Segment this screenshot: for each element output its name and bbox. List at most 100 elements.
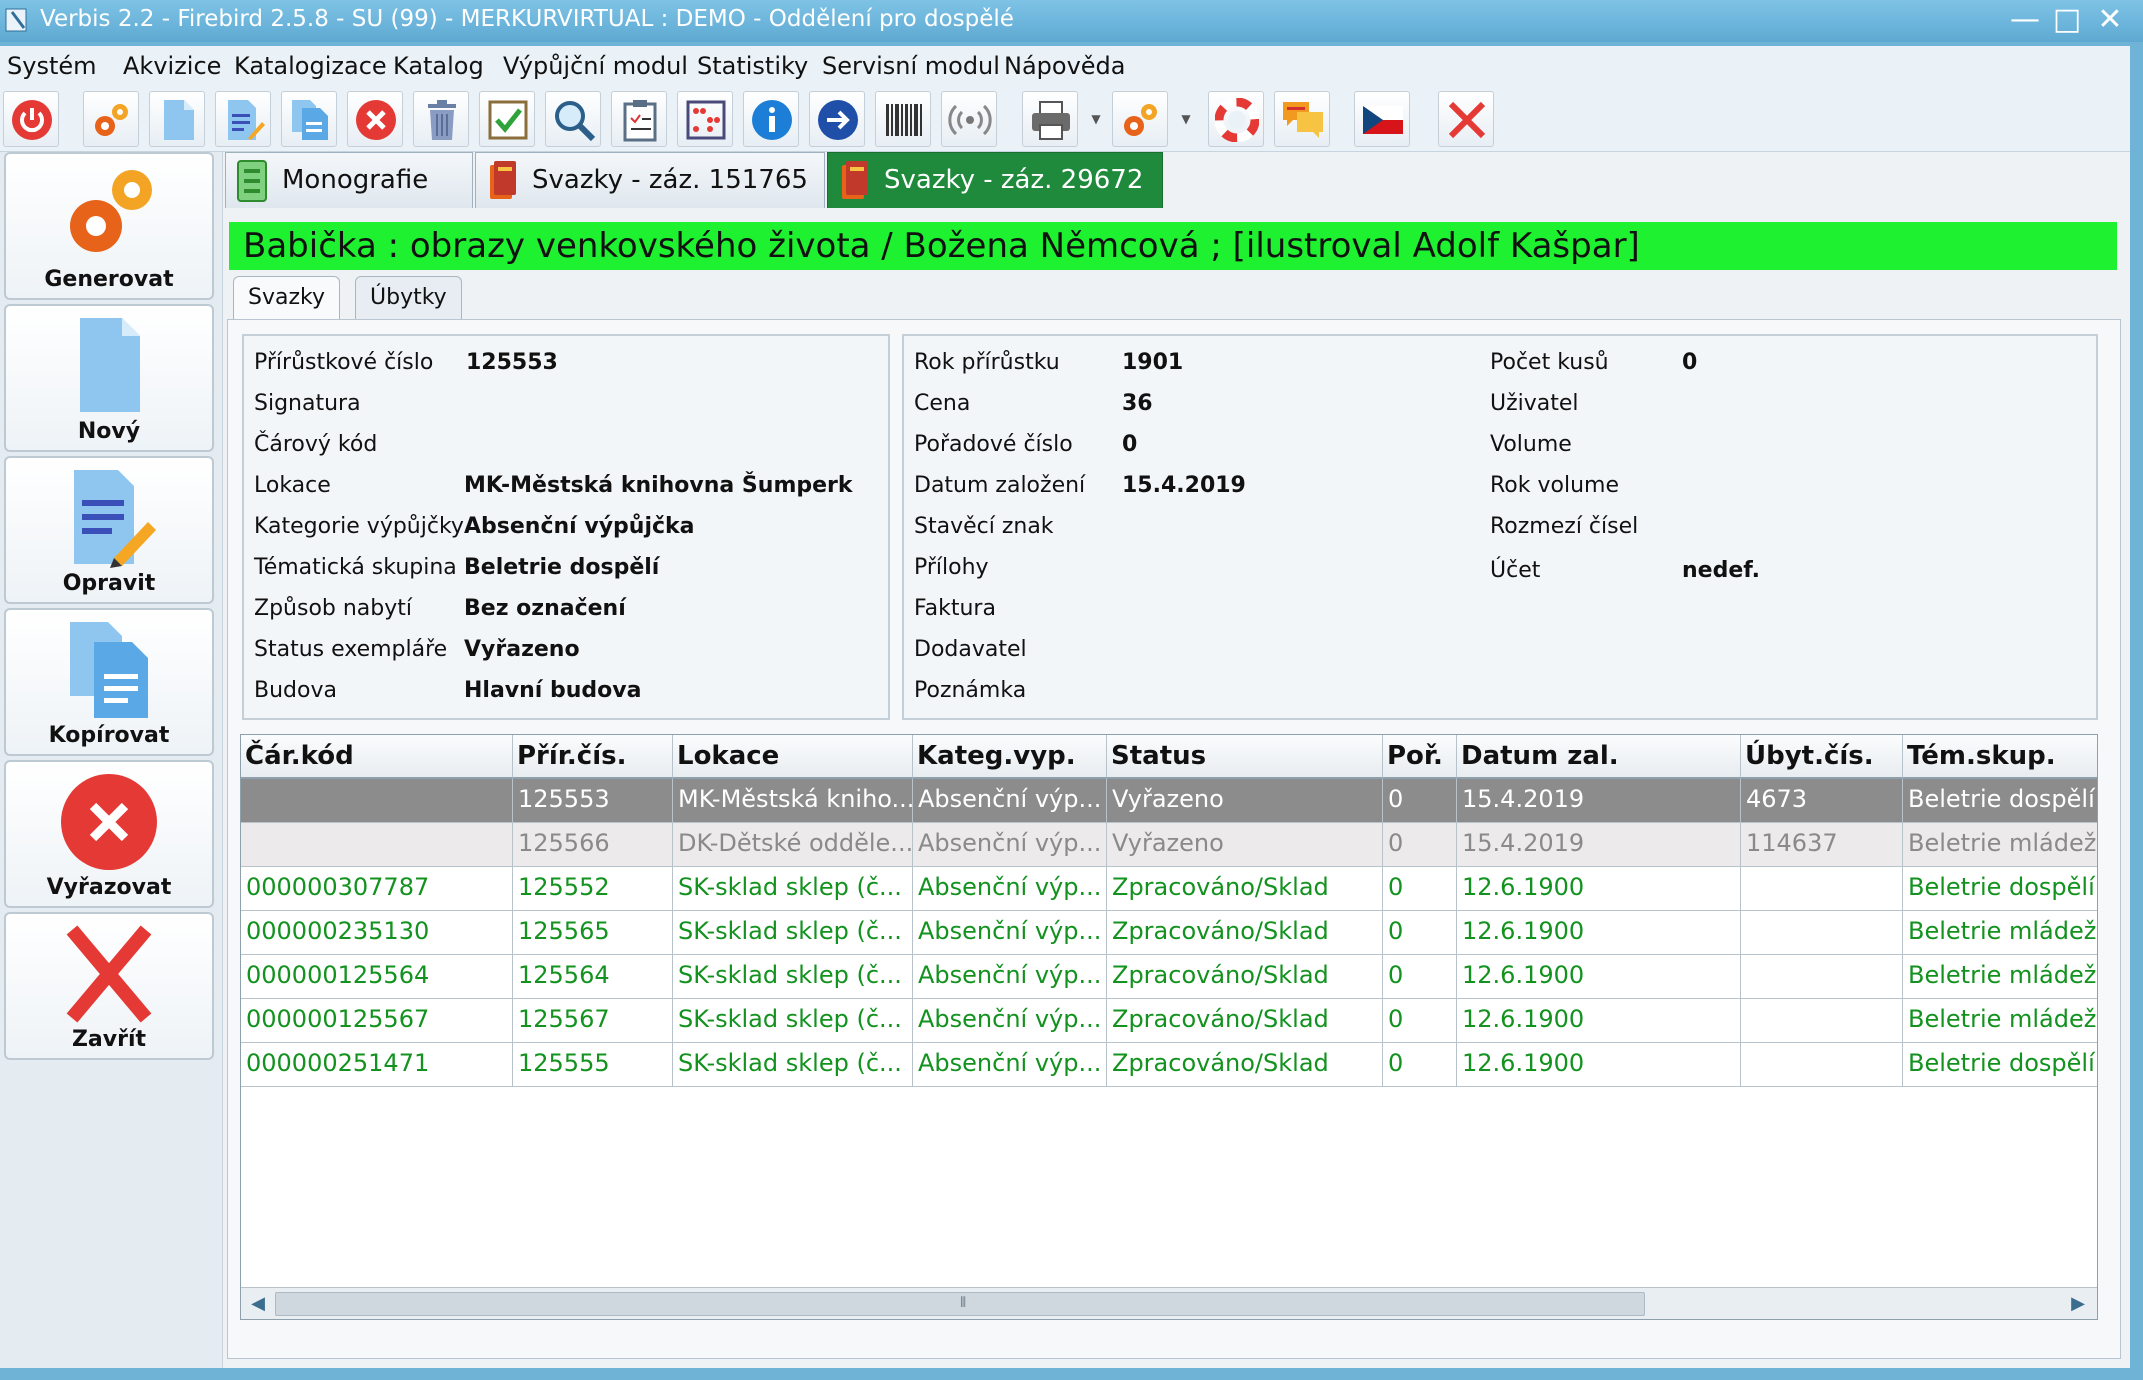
messages-button[interactable] [1274,91,1330,147]
delete-button[interactable] [347,91,403,147]
field-label: Status exempláře [254,637,448,662]
cell-date: 12.6.1900 [1457,911,1741,955]
copy-document-button[interactable] [281,91,337,147]
rfid-button[interactable] [941,91,997,147]
cell-barcode: 000000251471 [241,1043,513,1087]
cell-status: Zpracováno/Sklad [1107,999,1383,1043]
generate-button[interactable]: Generovat [4,152,214,300]
cell-order: 0 [1383,955,1457,999]
table-row[interactable]: 125566 DK-Dětské odděle... Absenční výp.… [241,823,2097,867]
cell-loss-number: 4673 [1741,779,1903,823]
edit-document-button[interactable] [215,91,271,147]
record-title: Babička : obrazy venkovského života / Bo… [229,222,2117,270]
field-value: MK-Městská knihovna Šumperk [464,473,853,498]
column-header-location[interactable]: Lokace [673,735,913,779]
gears-button[interactable] [83,91,139,147]
help-button[interactable] [1208,91,1264,147]
column-header-barcode[interactable]: Čár.kód [241,735,513,779]
menu-cataloging[interactable]: Katalogizace [234,52,387,80]
copy-label: Kopírovat [48,723,170,748]
column-header-subject-group[interactable]: Tém.skup. [1903,735,2097,779]
edit-button[interactable]: Opravit [4,456,214,604]
field-label: Tématická skupina [254,555,457,580]
column-header-order[interactable]: Poř. [1383,735,1457,779]
check-button[interactable] [479,91,535,147]
field-label: Rozmezí čísel [1490,514,1639,539]
new-button[interactable]: Nový [4,304,214,452]
scroll-right-icon[interactable]: ▶ [2063,1290,2093,1318]
menu-acquisition[interactable]: Akvizice [123,52,221,80]
close-icon [66,925,152,1023]
cell-status: Vyřazeno [1107,779,1383,823]
print-button[interactable] [1022,91,1078,147]
menu-help[interactable]: Nápověda [1004,52,1126,80]
field-label: Stavěcí znak [914,514,1054,539]
language-button[interactable] [1354,91,1410,147]
tab-volumes-29672[interactable]: Svazky - záz. 29672 [827,152,1163,208]
cell-location: MK-Městská kniho... [673,779,913,823]
abacus-button[interactable] [677,91,733,147]
field-label: Pořadové číslo [914,432,1073,457]
scroll-left-icon[interactable]: ◀ [243,1290,273,1318]
cell-loss-number [1741,999,1903,1043]
column-header-loss-number[interactable]: Úbyt.čís. [1741,735,1903,779]
trash-button[interactable] [413,91,469,147]
exit-button[interactable] [1438,91,1494,147]
barcode-button[interactable] [875,91,931,147]
table-row[interactable]: 000000251471 125555 SK-sklad sklep (č...… [241,1043,2097,1087]
menu-system[interactable]: Systém [7,52,97,80]
cell-loss-number [1741,955,1903,999]
table-row[interactable]: 000000125567 125567 SK-sklad sklep (č...… [241,999,2097,1043]
scrollbar-thumb[interactable]: ⦀ [275,1292,1645,1316]
field-value: Bez označení [464,596,626,621]
cell-order: 0 [1383,999,1457,1043]
volumes-panel: Přírůstkové číslo 125553 Signatura Čárov… [227,319,2121,1359]
settings-dropdown[interactable]: ▼ [1178,91,1194,147]
maximize-button[interactable]: □ [2047,2,2087,38]
table-row[interactable]: 000000125564 125564 SK-sklad sklep (č...… [241,955,2097,999]
settings-button[interactable] [1112,91,1168,147]
menu-service[interactable]: Servisní modul [822,52,1000,80]
tab-monographs[interactable]: Monografie [225,152,473,208]
cell-barcode [241,823,513,867]
clipboard-button[interactable] [611,91,667,147]
close-button[interactable]: Zavřít [4,912,214,1060]
tab-volumes[interactable]: Svazky [233,276,340,320]
search-button[interactable] [545,91,601,147]
tab-volumes-151765[interactable]: Svazky - záz. 151765 [475,152,825,208]
power-button[interactable] [3,91,59,147]
delete-icon [356,100,396,140]
menu-statistics[interactable]: Statistiky [697,52,808,80]
field-value: Vyřazeno [464,637,580,662]
forward-button[interactable] [809,91,865,147]
column-header-date[interactable]: Datum zal. [1457,735,1741,779]
new-label: Nový [77,419,141,444]
search-icon [555,101,596,142]
menu-circulation[interactable]: Výpůjční modul [503,52,688,80]
info-button[interactable] [743,91,799,147]
cell-barcode [241,779,513,823]
copy-button[interactable]: Kopírovat [4,608,214,756]
table-row[interactable]: 000000235130 125565 SK-sklad sklep (č...… [241,911,2097,955]
menu-bar: Systém Akvizice Katalogizace Katalog Výp… [0,46,2130,86]
discard-button[interactable]: Vyřazovat [4,760,214,908]
column-header-status[interactable]: Status [1107,735,1383,779]
minimize-button[interactable]: — [2005,2,2045,38]
czech-flag-icon [1363,106,1403,134]
cell-location: SK-sklad sklep (č... [673,867,913,911]
table-row[interactable]: 000000307787 125552 SK-sklad sklep (č...… [241,867,2097,911]
column-header-loan-category[interactable]: Kateg.vyp. [913,735,1107,779]
close-window-button[interactable]: ✕ [2090,2,2130,38]
cell-date: 15.4.2019 [1457,779,1741,823]
table-row[interactable]: 125553 MK-Městská kniho... Absenční výp.… [241,779,2097,823]
power-icon [12,100,52,140]
column-header-accession[interactable]: Přír.čís. [513,735,673,779]
title-bar: Verbis 2.2 - Firebird 2.5.8 - SU (99) - … [0,0,2143,42]
horizontal-scrollbar[interactable]: ◀ ⦀ ▶ [241,1287,2097,1319]
copy-document-icon [292,100,328,140]
new-document-button[interactable] [149,91,205,147]
menu-catalog[interactable]: Katalog [393,52,484,80]
print-dropdown[interactable]: ▼ [1088,91,1104,147]
tab-losses[interactable]: Úbytky [355,276,462,320]
cell-date: 15.4.2019 [1457,823,1741,867]
